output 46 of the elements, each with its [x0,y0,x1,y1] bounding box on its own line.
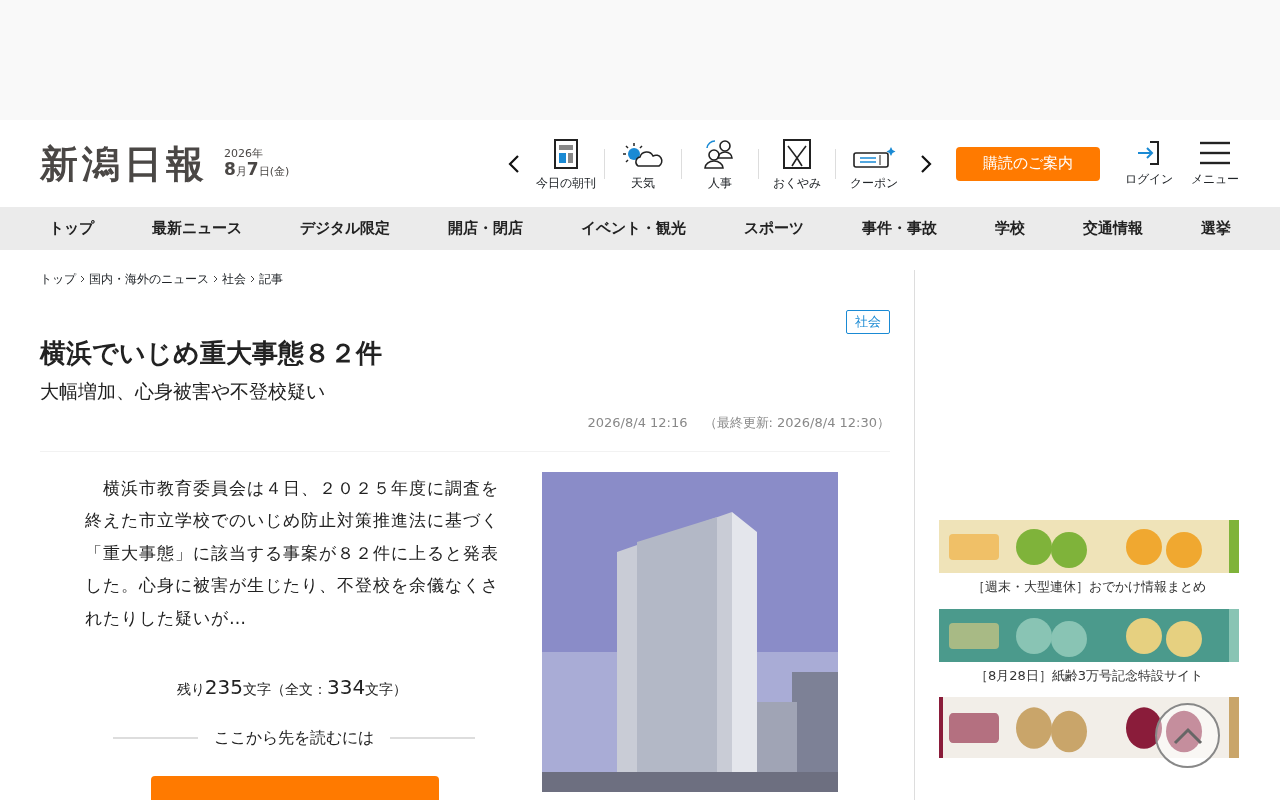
shortcut-link[interactable]: 天気 [605,135,681,192]
chevron-right-icon [80,275,85,283]
breadcrumb-link[interactable]: 記事 [259,270,283,288]
chevron-right-icon[interactable] [920,153,932,174]
chevron-right-icon [213,275,218,283]
nav-link[interactable]: 事件・事故 [862,217,937,240]
publish-date: 2026/8/4 12:16 [587,414,688,433]
date-year: 2026年 [224,148,264,161]
nav-link[interactable]: 学校 [995,217,1025,240]
article-title: 横浜でいじめ重大事態８２件 [40,337,383,369]
shortcut-link[interactable]: 今日の朝刊 [528,135,604,192]
nav-link[interactable]: 最新ニュース [152,217,242,240]
nav-link[interactable]: 選挙 [1201,217,1231,240]
nav-link[interactable]: 交通情報 [1083,217,1143,240]
chevron-left-icon[interactable] [508,153,520,174]
breadcrumb-link[interactable]: 社会 [222,270,246,288]
nav-link[interactable]: スポーツ [744,217,804,240]
site-logo[interactable]: 新潟日報 [40,135,208,192]
login-link[interactable]: ログイン [1124,139,1174,188]
shortcut-link[interactable]: クーポン [836,135,912,192]
article-subtitle: 大幅増加、心身被害や不登校疑い [40,378,326,404]
nav-link[interactable]: デジタル限定 [300,217,390,240]
newspaper-icon [553,137,579,170]
update-date: （最終更新: 2026/8/4 12:30） [703,414,890,433]
nav-link[interactable]: 開店・閉店 [448,217,523,240]
chevron-up-icon [1172,726,1203,745]
chevron-right-icon [250,275,255,283]
ticket-icon [852,145,896,170]
menu-link[interactable]: メニュー [1190,139,1240,188]
frame-icon [782,137,812,170]
date-text: 8月 7日(金) [224,160,290,179]
banner-caption: ［週末・大型連休］おでかけ情報まとめ [971,578,1207,596]
read-more-label: ここから先を読むには [214,727,374,750]
banner-caption: ［8月28日］紙齢3万号記念特設サイト [973,666,1205,685]
sun-cloud-icon [622,141,664,170]
article-body: 横浜市教育委員会は４日、２０２５年度に調査を終えた市立学校でのいじめ防止対策推進法に基づく「重大事態」に該当する事案が８２件に上ると発表した。心身に被害が生じたり、不登校を余儀なくされたりした疑いが… [85,476,499,630]
login-icon [1136,139,1162,166]
breadcrumb-link[interactable]: トップ [40,270,76,288]
category-tag[interactable]: 社会 [846,310,890,334]
nav-link[interactable]: トップ [49,217,94,240]
breadcrumb-link[interactable]: 国内・海外のニュース [89,270,209,288]
remaining-count: 残り 235文字（全文：334文字） [175,674,409,702]
shortcut-link[interactable]: おくやみ [759,135,835,192]
menu-icon [1199,139,1231,166]
nav-link[interactable]: イベント・観光 [581,217,686,240]
shortcut-link[interactable]: 人事 [682,135,758,192]
